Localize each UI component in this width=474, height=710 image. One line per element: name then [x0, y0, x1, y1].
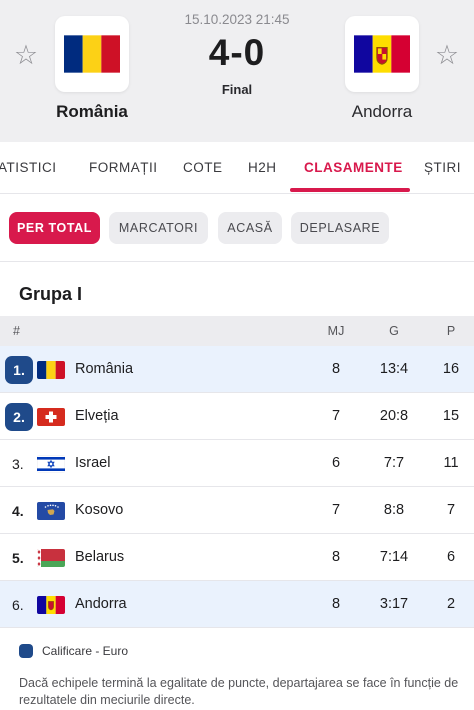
points: 6: [446, 549, 456, 565]
points: 7: [446, 502, 456, 518]
team-name[interactable]: Kosovo: [75, 502, 123, 518]
filter-home-button[interactable]: ACASĂ: [218, 212, 282, 244]
romania-flag-icon: [37, 361, 65, 379]
tab-standings[interactable]: CLASAMENTE: [304, 160, 403, 175]
tab-lineups[interactable]: FORMAȚII: [89, 160, 158, 175]
standings-table-header: # MJ G P: [0, 316, 474, 346]
home-team-name[interactable]: România: [12, 102, 172, 122]
team-name[interactable]: Andorra: [75, 596, 127, 612]
points: 15: [442, 408, 460, 424]
andorra-flag-icon: [37, 596, 65, 614]
legend-qualification: Calificare - Euro: [19, 644, 128, 658]
tab-news[interactable]: ȘTIRI: [424, 160, 461, 175]
matches-played: 8: [331, 549, 341, 565]
table-row[interactable]: 4. Kosovo 7 8:8 7: [0, 487, 474, 534]
goals: 7:14: [379, 549, 409, 565]
rank-badge: 2.: [5, 403, 33, 431]
matches-played: 7: [331, 502, 341, 518]
column-rank: #: [13, 324, 20, 338]
rank-number: 3.: [12, 456, 24, 472]
points: 11: [443, 455, 459, 471]
rank-number: 4.: [12, 503, 24, 519]
legend-color-swatch: [19, 644, 33, 658]
filter-overall-button[interactable]: PER TOTAL: [9, 212, 100, 244]
table-row[interactable]: 5. Belarus 8 7:14 6: [0, 534, 474, 581]
matches-played: 6: [331, 455, 341, 471]
rank-number: 6.: [12, 597, 24, 613]
column-points: P: [446, 324, 456, 338]
filter-scorers-button[interactable]: MARCATORI: [109, 212, 208, 244]
rank-number: 5.: [12, 550, 24, 566]
legend-label: Calificare - Euro: [42, 644, 129, 658]
table-row[interactable]: 6. Andorra 8 3:17 2: [0, 581, 474, 628]
match-header: 15.10.2023 21:45 ☆ ☆ România Andorra 4-0…: [0, 0, 474, 142]
tab-odds[interactable]: COTE: [183, 160, 223, 175]
match-tabs: ATISTICI FORMAȚII COTE H2H CLASAMENTE ȘT…: [0, 142, 474, 194]
active-tab-indicator: [290, 188, 410, 192]
standings-filters: PER TOTAL MARCATORI ACASĂ DEPLASARE: [0, 194, 474, 262]
points: 2: [446, 596, 456, 612]
belarus-flag-icon: [37, 549, 65, 567]
team-name[interactable]: Belarus: [75, 549, 124, 565]
table-row[interactable]: 3. Israel 6 7:7 11: [0, 440, 474, 487]
team-name[interactable]: România: [75, 361, 133, 377]
points: 16: [442, 361, 460, 377]
table-row[interactable]: 2. Elveția 7 20:8 15: [0, 393, 474, 440]
column-goals: G: [389, 324, 399, 338]
matches-played: 8: [331, 596, 341, 612]
filter-away-button[interactable]: DEPLASARE: [291, 212, 389, 244]
table-row[interactable]: 1. România 8 13:4 16: [0, 346, 474, 393]
team-name[interactable]: Elveția: [75, 408, 119, 424]
group-title: Grupa I: [19, 284, 83, 304]
switzerland-flag-icon: [37, 408, 65, 426]
match-status: Final: [221, 82, 253, 97]
goals: 3:17: [379, 596, 409, 612]
away-team-name[interactable]: Andorra: [302, 102, 462, 122]
team-name[interactable]: Israel: [75, 455, 110, 471]
israel-flag-icon: [37, 455, 65, 473]
matches-played: 7: [331, 408, 341, 424]
goals: 8:8: [383, 502, 405, 518]
column-matches-played: MJ: [327, 324, 345, 338]
matches-played: 8: [331, 361, 341, 377]
kosovo-flag-icon: [37, 502, 65, 520]
rank-badge: 1.: [5, 356, 33, 384]
tiebreak-note: Dacă echipele termină la egalitate de pu…: [19, 676, 459, 707]
goals: 13:4: [379, 361, 409, 377]
match-score: 4-0: [208, 32, 266, 73]
goals: 7:7: [383, 455, 405, 471]
goals: 20:8: [379, 408, 409, 424]
tab-statistics[interactable]: ATISTICI: [0, 160, 57, 175]
tab-h2h[interactable]: H2H: [248, 160, 277, 175]
